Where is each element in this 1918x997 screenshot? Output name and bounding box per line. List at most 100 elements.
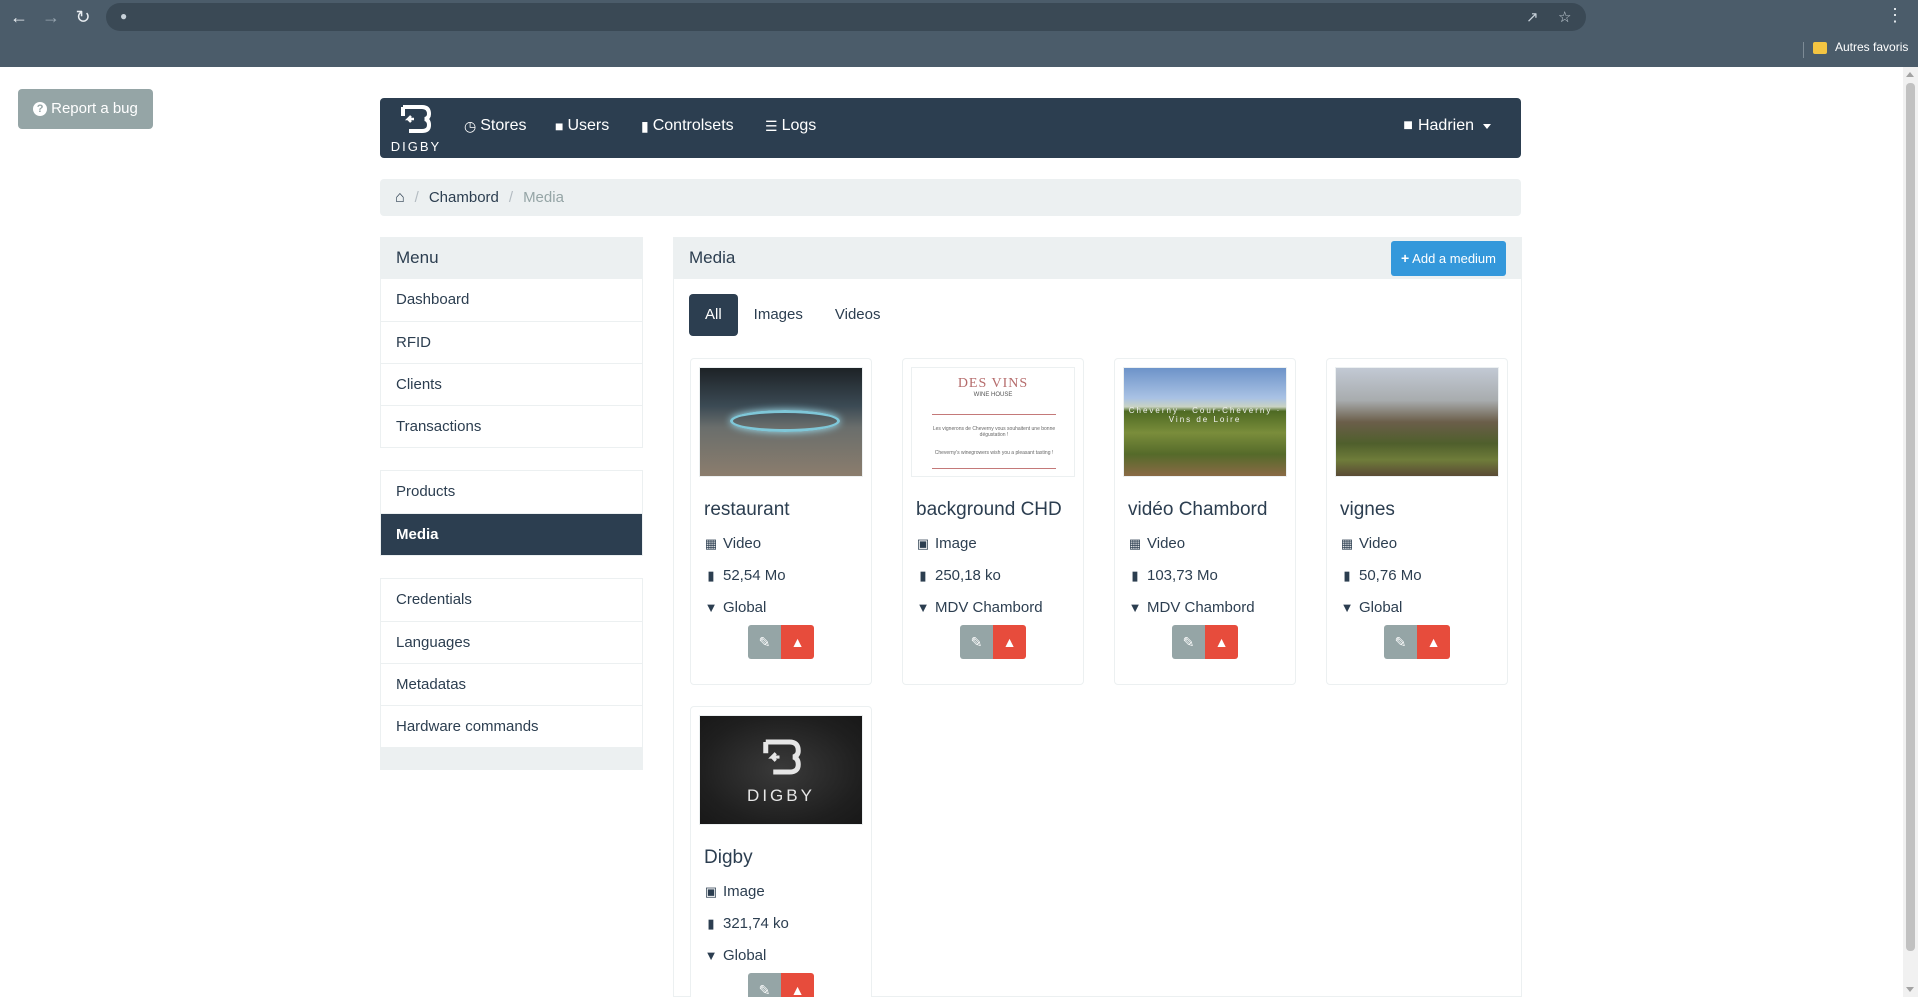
edit-button[interactable]: ✎ (960, 625, 993, 659)
edit-button[interactable]: ✎ (748, 625, 781, 659)
sidebar-item-hardware-commands[interactable]: Hardware commands (381, 705, 642, 747)
delete-button[interactable]: ▲ (993, 625, 1026, 659)
media-thumbnail[interactable]: DES VINS WINE HOUSE Les vignerons de Che… (911, 367, 1075, 477)
card-actions: ✎ ▲ (1384, 625, 1450, 659)
menu-group-2: Products Media (380, 470, 643, 556)
media-panel: Media + Add a medium All Images Videos re… (673, 237, 1522, 997)
delete-button[interactable]: ▲ (1205, 625, 1238, 659)
star-icon[interactable]: ☆ (1558, 8, 1571, 26)
share-icon[interactable]: ↗ (1526, 8, 1539, 26)
delete-button[interactable]: ▲ (1417, 625, 1450, 659)
sidebar-item-transactions[interactable]: Transactions (381, 405, 642, 447)
bookmark-separator (1803, 42, 1804, 58)
media-type-label: Image (723, 883, 765, 900)
file-icon: ▮ (919, 567, 927, 583)
media-size-label: 103,73 Mo (1147, 567, 1218, 584)
media-title: Media (689, 248, 736, 267)
breadcrumb-separator: / (414, 189, 419, 206)
shopping-cart-icon: ▼ (1340, 600, 1354, 615)
tab-videos[interactable]: Videos (819, 294, 897, 336)
lock-icon: ● (120, 9, 128, 23)
breadcrumb: ⌂ / Chambord / Media (380, 179, 1521, 216)
breadcrumb-chambord[interactable]: Chambord (429, 189, 499, 206)
breadcrumb-separator: / (508, 189, 514, 206)
menu-title: Menu (380, 237, 643, 278)
trash-icon: ▲ (1002, 634, 1017, 650)
trash-icon: ▲ (1426, 634, 1441, 650)
media-type: ▣ Image (704, 883, 765, 900)
picture-icon: ▣ (704, 883, 718, 899)
media-thumbnail[interactable] (1335, 367, 1499, 477)
back-arrow-icon[interactable]: ← (8, 6, 30, 28)
browser-menu-icon[interactable]: ⋮ (1886, 5, 1904, 26)
brand-logo[interactable]: DIGBY (385, 102, 447, 154)
tab-images[interactable]: Images (738, 294, 819, 336)
sidebar-item-rfid[interactable]: RFID (381, 321, 642, 363)
nav-controlsets[interactable]: ▮ Controlsets (641, 117, 734, 135)
edit-button[interactable]: ✎ (1384, 625, 1417, 659)
media-type-label: Image (935, 535, 977, 552)
media-size: ▮ 52,54 Mo (704, 567, 785, 584)
forward-arrow-icon[interactable]: → (40, 6, 62, 28)
media-card[interactable]: DES VINS WINE HOUSE Les vignerons de Che… (902, 358, 1084, 685)
shopping-cart-icon: ▼ (704, 600, 718, 615)
sidebar-item-dashboard[interactable]: Dashboard (381, 279, 642, 321)
thumb-subheading: WINE HOUSE (973, 392, 1013, 398)
sidebar-menu: Menu Dashboard RFID Clients Transactions… (380, 237, 643, 770)
sidebar-item-metadatas[interactable]: Metadatas (381, 663, 642, 705)
scroll-down-icon[interactable] (1906, 987, 1914, 992)
media-thumbnail[interactable]: Cheverny · Cour-Cheverny · Vins de Loire (1123, 367, 1287, 477)
card-actions: ✎ ▲ (1172, 625, 1238, 659)
film-icon: ▦ (704, 535, 718, 551)
media-card[interactable]: vignes ▦ Video ▮ 50,76 Mo ▼ Global ✎ ▲ (1326, 358, 1508, 685)
delete-button[interactable]: ▲ (781, 625, 814, 659)
sidebar-item-credentials[interactable]: Credentials (381, 579, 642, 621)
media-size: ▮ 103,73 Mo (1128, 567, 1218, 584)
bookmark-folder[interactable]: Autres favoris (1835, 40, 1908, 54)
sidebar-item-media[interactable]: Media (381, 513, 642, 555)
thumb-line-2: Cheverny's winegrowers wish you a pleasa… (934, 450, 1054, 456)
sidebar-item-languages[interactable]: Languages (381, 621, 642, 663)
edit-button[interactable]: ✎ (1172, 625, 1205, 659)
sidebar-item-clients[interactable]: Clients (381, 363, 642, 405)
trash-icon: ▲ (790, 982, 805, 997)
media-type-label: Video (1147, 535, 1186, 552)
scroll-up-icon[interactable] (1906, 72, 1914, 77)
home-icon[interactable]: ⌂ (395, 189, 405, 207)
media-thumbnail[interactable]: DIGBY (699, 715, 863, 825)
media-store: ▼ Global (704, 947, 767, 964)
media-type: ▦ Video (1340, 535, 1397, 552)
file-icon: ▮ (1131, 567, 1139, 583)
page-scrollbar[interactable] (1903, 67, 1918, 997)
media-size: ▮ 250,18 ko (916, 567, 1001, 584)
nav-users[interactable]: ■ Users (555, 117, 609, 135)
thumb-heading: DES VINS (957, 376, 1029, 391)
media-type-label: Video (723, 535, 762, 552)
add-medium-button[interactable]: + Add a medium (1390, 241, 1506, 276)
report-bug-label: Report a bug (51, 100, 138, 117)
media-card[interactable]: restaurant ▦ Video ▮ 52,54 Mo ▼ Global ✎ ▲ (690, 358, 872, 685)
media-thumbnail[interactable] (699, 367, 863, 477)
user-menu[interactable]: ■ Hadrien (1403, 117, 1491, 135)
media-card-title: background CHD (916, 499, 1062, 520)
scrollbar-thumb[interactable] (1906, 83, 1915, 951)
film-icon: ▦ (1128, 535, 1142, 551)
reload-icon[interactable]: ↻ (72, 6, 94, 28)
menu-group-3: Credentials Languages Metadatas Hardware… (380, 578, 643, 748)
delete-button[interactable]: ▲ (781, 973, 814, 997)
media-size-label: 250,18 ko (935, 567, 1001, 584)
media-card[interactable]: DIGBY Digby ▣ Image ▮ 321,74 ko ▼ Global ✎ … (690, 706, 872, 997)
media-size-label: 50,76 Mo (1359, 567, 1422, 584)
media-card-title: restaurant (704, 499, 790, 520)
signal-icon: ▮ (641, 117, 649, 134)
edit-button[interactable]: ✎ (748, 973, 781, 997)
nav-logs[interactable]: ☰ Logs (765, 117, 816, 135)
nav-users-label: Users (567, 117, 610, 134)
sidebar-item-products[interactable]: Products (381, 471, 642, 513)
nav-stores[interactable]: ◷ Stores (464, 117, 526, 135)
edit-icon: ✎ (1394, 634, 1407, 650)
report-bug-button[interactable]: ? Report a bug (18, 89, 153, 129)
address-bar[interactable]: ● ↗ ☆ (106, 3, 1586, 31)
media-card[interactable]: Cheverny · Cour-Cheverny · Vins de Loire… (1114, 358, 1296, 685)
tab-all[interactable]: All (689, 294, 738, 336)
